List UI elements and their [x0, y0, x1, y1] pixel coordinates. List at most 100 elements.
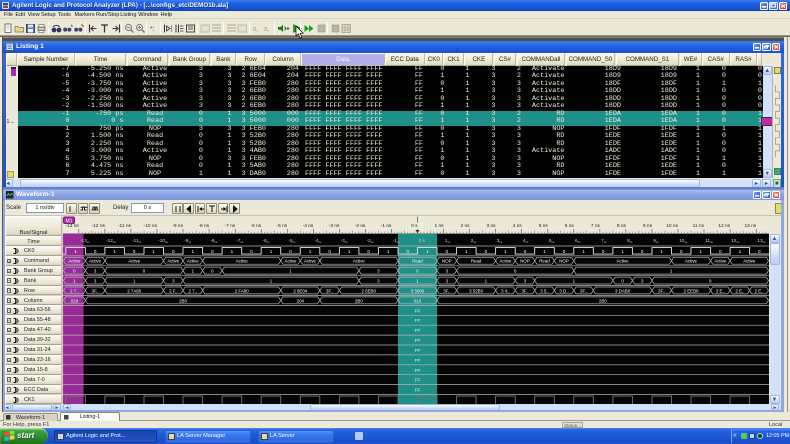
- svg-text:Active: Active: [187, 259, 200, 264]
- svg-text:3 52B0: 3 52B0: [469, 288, 483, 293]
- svg-text:1: 1: [152, 249, 155, 254]
- svg-text:1: 1: [621, 249, 624, 254]
- svg-text:0 s: 0 s: [419, 238, 426, 243]
- svg-text:3F..: 3F..: [521, 288, 528, 293]
- svg-text:2 7..: 2 7..: [189, 288, 198, 293]
- svg-text:12 ns: 12 ns: [718, 223, 730, 229]
- svg-text:7 ns: 7 ns: [591, 223, 601, 229]
- svg-text:1: 1: [739, 249, 742, 254]
- svg-text:FF: FF: [415, 308, 421, 314]
- svg-text:1: 1: [426, 249, 429, 254]
- svg-text:-8 ns: -8 ns: [198, 223, 209, 229]
- svg-text:0: 0: [719, 249, 722, 254]
- svg-text:3 ns: 3 ns: [487, 223, 497, 229]
- svg-text:0: 0: [485, 249, 488, 254]
- svg-text:0: 0: [602, 249, 605, 254]
- svg-text:-10 ns: -10 ns: [144, 223, 158, 229]
- svg-text:3 5000: 3 5000: [411, 288, 425, 293]
- svg-text:1: 1: [192, 249, 195, 254]
- svg-text:2B0: 2B0: [599, 298, 607, 303]
- svg-text:1: 1: [504, 249, 507, 254]
- svg-text:0: 0: [641, 249, 644, 254]
- svg-text:-12 ns: -12 ns: [92, 223, 106, 229]
- svg-text:3 4..: 3 4..: [501, 288, 510, 293]
- svg-text:0: 0: [758, 249, 761, 254]
- svg-text:0: 0: [563, 249, 566, 254]
- svg-text:2 F..: 2 F..: [169, 288, 177, 293]
- svg-text:13 ns: 13 ns: [744, 223, 756, 229]
- svg-text:2 7A80: 2 7A80: [127, 288, 141, 293]
- svg-text:FF: FF: [415, 368, 421, 374]
- svg-text:11 ns: 11 ns: [693, 223, 705, 229]
- svg-text:Active: Active: [236, 259, 249, 264]
- svg-text:0: 0: [94, 249, 97, 254]
- svg-text:NOP: NOP: [442, 259, 452, 264]
- svg-text:-1 ns: -1 ns: [381, 223, 392, 229]
- svg-text:0: 0: [211, 249, 214, 254]
- svg-text:0: 0: [446, 249, 449, 254]
- svg-text:Active: Active: [743, 259, 756, 264]
- svg-text:Read: Read: [539, 259, 550, 264]
- svg-text:3 D..: 3 D..: [559, 288, 568, 293]
- svg-text:2B0: 2B0: [355, 298, 363, 303]
- svg-text:3 E..: 3 E..: [716, 288, 725, 293]
- svg-text:1 ns: 1 ns: [435, 223, 445, 229]
- svg-text:1: 1: [113, 249, 116, 254]
- svg-text:2 ns: 2 ns: [461, 223, 471, 229]
- svg-text:1: 1: [74, 249, 77, 254]
- svg-text:-4 ns: -4 ns: [303, 223, 314, 229]
- svg-text:Active: Active: [285, 259, 298, 264]
- svg-text:-7 ns: -7 ns: [225, 223, 236, 229]
- svg-text:1: 1: [543, 249, 546, 254]
- svg-text:Active: Active: [617, 259, 630, 264]
- svg-text:3F..: 3F..: [443, 288, 450, 293]
- svg-text:FF: FF: [415, 328, 421, 334]
- svg-text:-11 ns: -11 ns: [118, 223, 132, 229]
- svg-text:010: 010: [414, 298, 422, 303]
- svg-text:0: 0: [172, 249, 175, 254]
- svg-text:2B0: 2B0: [179, 298, 187, 303]
- svg-text:1: 1: [270, 249, 273, 254]
- svg-text:-9 ns: -9 ns: [172, 223, 183, 229]
- svg-text:-13 ns: -13 ns: [65, 223, 79, 229]
- svg-text:Active: Active: [714, 259, 727, 264]
- svg-text:0: 0: [289, 249, 292, 254]
- svg-text:028: 028: [71, 298, 79, 303]
- svg-text:1: 1: [348, 249, 351, 254]
- svg-text:4 ns: 4 ns: [513, 223, 523, 229]
- svg-text:1: 1: [231, 249, 234, 254]
- svg-text:Read: Read: [471, 259, 482, 264]
- svg-text:2 EEB0: 2 EEB0: [684, 288, 699, 293]
- svg-text:9 ns: 9 ns: [643, 223, 653, 229]
- svg-text:0: 0: [133, 249, 136, 254]
- svg-text:1: 1: [660, 249, 663, 254]
- svg-text:a,: a,: [253, 24, 259, 33]
- svg-text:1: 1: [465, 249, 468, 254]
- svg-text:1: 1: [700, 249, 703, 254]
- svg-text:Active: Active: [304, 259, 317, 264]
- svg-text:Read: Read: [412, 259, 423, 264]
- svg-text:8 ns: 8 ns: [617, 223, 627, 229]
- svg-text:5 ns: 5 ns: [539, 223, 549, 229]
- svg-text:2 6E04: 2 6E04: [293, 288, 307, 293]
- svg-text:2 6EB0: 2 6EB0: [361, 288, 376, 293]
- svg-text:2 7..: 2 7..: [70, 288, 79, 293]
- svg-text:3F..: 3F..: [92, 288, 99, 293]
- svg-text:Active: Active: [353, 259, 366, 264]
- svg-text:Active: Active: [685, 259, 698, 264]
- svg-text:0: 0: [406, 249, 409, 254]
- svg-text:3 DAB0: 3 DAB0: [615, 288, 631, 293]
- svg-text:-2 ns: -2 ns: [355, 223, 366, 229]
- svg-text:Active: Active: [499, 259, 512, 264]
- svg-text:1: 1: [309, 249, 312, 254]
- svg-text:-5 ns: -5 ns: [277, 223, 288, 229]
- svg-text:0: 0: [524, 249, 527, 254]
- svg-text:2 E..: 2 E..: [735, 288, 744, 293]
- svg-text:0: 0: [328, 249, 331, 254]
- svg-text:*:: *:: [150, 26, 155, 33]
- svg-text:3F..: 3F..: [658, 288, 665, 293]
- svg-text:FF: FF: [415, 318, 421, 324]
- svg-text:-6 ns: -6 ns: [251, 223, 262, 229]
- svg-text:2 FA80: 2 FA80: [235, 288, 249, 293]
- svg-text:FF: FF: [415, 348, 421, 354]
